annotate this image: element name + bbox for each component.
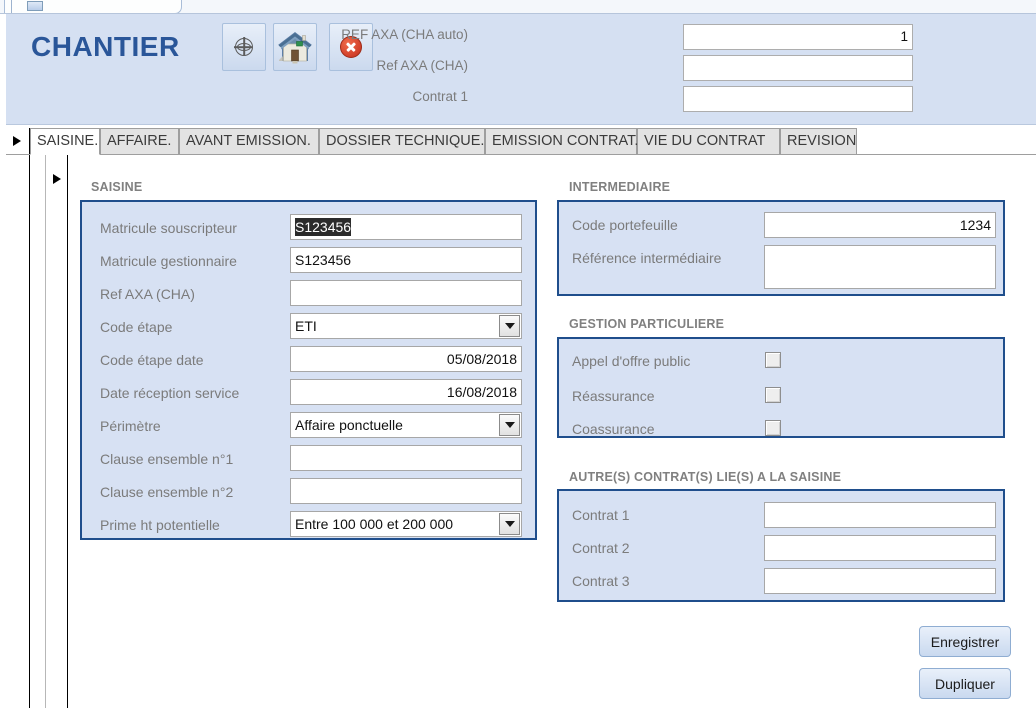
tab-bar-underline — [6, 154, 1036, 155]
label-code-etape-date: Code étape date — [100, 352, 204, 368]
label-reassurance: Réassurance — [572, 388, 655, 404]
header-bottom-border — [6, 124, 1036, 125]
contrat-1-input[interactable] — [764, 502, 996, 528]
duplicate-button[interactable]: Dupliquer — [919, 668, 1011, 699]
tab-label: DOSSIER TECHNIQUE. — [326, 133, 485, 149]
tab-label: VIE DU CONTRAT — [644, 133, 766, 149]
body-left-border — [29, 155, 30, 708]
label-matricule-souscripteur: Matricule souscripteur — [100, 220, 237, 236]
header-field-label: Ref AXA (CHA) — [376, 58, 468, 73]
matricule-souscripteur-value: S123456 — [295, 218, 352, 236]
globe-button[interactable] — [222, 23, 266, 71]
tab-label: AVANT EMISSION. — [186, 133, 311, 149]
date-reception-service-input[interactable]: 16/08/2018 — [290, 379, 522, 405]
house-icon — [278, 32, 312, 64]
label-code-etape: Code étape — [100, 319, 173, 335]
detail-record-selector-border — [67, 155, 68, 708]
form-header: CHANTIER REF AXA (CHA auto) 1 Ref AXA (C… — [6, 14, 1036, 125]
tab-affaire[interactable]: AFFAIRE. — [100, 128, 179, 155]
label-date-reception-service: Date réception service — [100, 385, 240, 401]
ref-axa-cha-input[interactable] — [683, 55, 913, 81]
prime-ht-potentielle-dropdown-button[interactable] — [499, 513, 520, 535]
label-code-portefeuille: Code portefeuille — [572, 217, 678, 233]
chevron-down-icon — [504, 521, 515, 527]
section-title-autres-contrats: AUTRE(S) CONTRAT(S) LIE(S) A LA SAISINE — [569, 470, 842, 484]
matricule-souscripteur-input[interactable]: S123456 — [290, 214, 522, 240]
home-button[interactable] — [273, 23, 317, 71]
code-portefeuille-input[interactable]: 1234 — [764, 212, 996, 238]
document-tab[interactable] — [4, 0, 182, 14]
label-coassurance: Coassurance — [572, 421, 655, 437]
contrat-1-header-input[interactable] — [683, 86, 913, 112]
tab-label: EMISSION CONTRAT. — [492, 133, 639, 149]
label-appel-offre-public: Appel d'offre public — [572, 353, 691, 369]
header-field-label: REF AXA (CHA auto) — [341, 27, 468, 42]
section-title-saisine: SAISINE — [91, 180, 143, 194]
globe-icon — [235, 38, 253, 56]
prime-ht-potentielle-combo[interactable]: Entre 100 000 et 200 000 — [290, 511, 522, 537]
detail-left-gutter — [45, 155, 46, 708]
document-tab-strip — [0, 0, 1036, 14]
tab-label: REVISION — [787, 133, 857, 149]
perimetre-value: Affaire ponctuelle — [295, 417, 403, 433]
tab-vie-du-contrat[interactable]: VIE DU CONTRAT — [637, 128, 780, 155]
chevron-down-icon — [504, 422, 515, 428]
matricule-gestionnaire-input[interactable]: S123456 — [290, 247, 522, 273]
label-contrat-3: Contrat 3 — [572, 573, 630, 589]
code-etape-dropdown-button[interactable] — [499, 315, 520, 337]
ref-axa-cha-auto-input[interactable]: 1 — [683, 24, 913, 50]
contrat-2-input[interactable] — [764, 535, 996, 561]
prime-ht-potentielle-value: Entre 100 000 et 200 000 — [295, 516, 454, 532]
document-tab-divider — [11, 0, 12, 13]
section-title-intermediaire: INTERMEDIAIRE — [569, 180, 671, 194]
label-clause-ensemble-1: Clause ensemble n°1 — [100, 451, 234, 467]
code-etape-date-input[interactable]: 05/08/2018 — [290, 346, 522, 372]
perimetre-combo[interactable]: Affaire ponctuelle — [290, 412, 522, 438]
label-matricule-gestionnaire: Matricule gestionnaire — [100, 253, 237, 269]
record-arrow-icon — [13, 136, 21, 146]
label-clause-ensemble-2: Clause ensemble n°2 — [100, 484, 234, 500]
label-contrat-2: Contrat 2 — [572, 540, 630, 556]
label-perimetre: Périmètre — [100, 418, 161, 434]
tab-bar: SAISINE. AFFAIRE. AVANT EMISSION. DOSSIE… — [6, 128, 1036, 155]
save-button[interactable]: Enregistrer — [919, 626, 1011, 657]
tab-saisine[interactable]: SAISINE. — [30, 128, 100, 155]
form-body: SAISINE Matricule souscripteur Matricule… — [6, 155, 1036, 708]
tab-avant-emission[interactable]: AVANT EMISSION. — [179, 128, 319, 155]
clause-ensemble-2-input[interactable] — [290, 478, 522, 504]
tab-dossier-technique[interactable]: DOSSIER TECHNIQUE. — [319, 128, 485, 155]
contrat-3-input[interactable] — [764, 568, 996, 594]
label-prime-ht-potentielle: Prime ht potentielle — [100, 517, 220, 533]
ref-axa-cha-detail-input[interactable] — [290, 280, 522, 306]
section-title-gestion-particuliere: GESTION PARTICULIERE — [569, 317, 725, 331]
access-form-window: CHANTIER REF AXA (CHA auto) 1 Ref AXA (C… — [0, 0, 1036, 708]
chevron-down-icon — [504, 323, 515, 329]
label-reference-intermediaire: Référence intermédiaire — [572, 250, 722, 266]
code-etape-value: ETI — [295, 318, 317, 334]
code-etape-combo[interactable]: ETI — [290, 313, 522, 339]
label-contrat-1: Contrat 1 — [572, 507, 630, 523]
detail-record-arrow-icon — [53, 174, 61, 184]
page-title: CHANTIER — [31, 31, 180, 62]
checkbox-coassurance[interactable] — [765, 420, 781, 436]
form-record-selector[interactable] — [6, 128, 30, 155]
tab-revision[interactable]: REVISION — [780, 128, 857, 155]
reference-intermediaire-input[interactable] — [764, 245, 996, 289]
access-form-icon — [27, 1, 43, 11]
label-ref-axa-cha: Ref AXA (CHA) — [100, 286, 195, 302]
checkbox-appel-offre-public[interactable] — [765, 352, 781, 368]
tab-label: AFFAIRE. — [107, 133, 172, 149]
checkbox-reassurance[interactable] — [765, 387, 781, 403]
clause-ensemble-1-input[interactable] — [290, 445, 522, 471]
perimetre-dropdown-button[interactable] — [499, 414, 520, 436]
header-field-label: Contrat 1 — [412, 89, 468, 104]
tab-label: SAISINE. — [37, 133, 99, 149]
tab-emission-contrat[interactable]: EMISSION CONTRAT. — [485, 128, 639, 155]
